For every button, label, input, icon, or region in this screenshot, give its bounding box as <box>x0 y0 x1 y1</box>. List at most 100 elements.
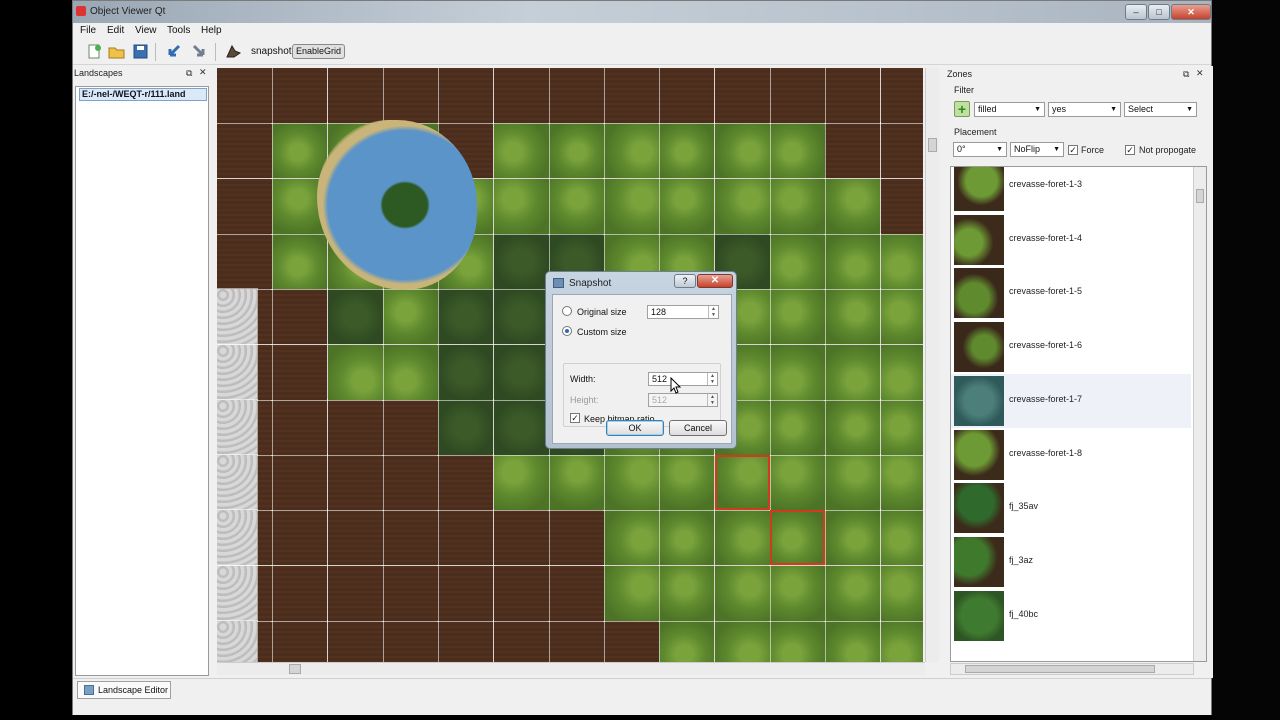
map-tile[interactable] <box>879 564 923 622</box>
zone-list-item[interactable]: crevasse-foret-1-5 <box>951 266 1191 320</box>
map-tile[interactable] <box>271 343 329 401</box>
map-tile[interactable] <box>326 288 384 346</box>
viewport-vertical-scrollbar[interactable] <box>925 68 939 662</box>
map-tile[interactable] <box>381 620 439 662</box>
map-tile-empty[interactable] <box>217 509 258 567</box>
map-tile[interactable] <box>824 68 882 124</box>
map-tile[interactable] <box>547 509 605 567</box>
zones-dock-float-button[interactable]: ⧉ <box>1183 69 1189 80</box>
map-tile-empty[interactable] <box>217 288 258 346</box>
dialog-help-button[interactable]: ? <box>674 274 696 288</box>
map-tile[interactable] <box>713 509 771 567</box>
map-tile[interactable] <box>713 68 771 124</box>
landscapes-dock-close-button[interactable]: ✕ <box>199 67 207 78</box>
map-tile[interactable] <box>769 232 826 290</box>
map-tile[interactable] <box>271 122 329 180</box>
zones-horizontal-scroll-thumb[interactable] <box>965 665 1155 673</box>
open-icon[interactable] <box>108 43 125 60</box>
zone-list-item[interactable]: crevasse-foret-1-7 <box>951 373 1191 428</box>
zone-list-item[interactable]: crevasse-foret-1-6 <box>951 320 1191 374</box>
map-tile[interactable] <box>879 509 923 567</box>
map-tile[interactable] <box>769 454 826 512</box>
maximize-button[interactable]: □ <box>1148 4 1170 20</box>
rotation-combo[interactable]: 0° ▼ <box>953 142 1007 157</box>
zones-dock-close-button[interactable]: ✕ <box>1196 68 1204 79</box>
map-tile[interactable] <box>437 288 495 346</box>
map-tile[interactable] <box>824 177 882 235</box>
menu-tools[interactable]: Tools <box>167 25 190 36</box>
map-tile[interactable] <box>769 398 826 456</box>
map-tile[interactable] <box>217 68 273 124</box>
map-tile[interactable] <box>824 343 882 401</box>
map-tile[interactable] <box>603 68 661 124</box>
map-tile[interactable] <box>492 122 550 180</box>
map-tile[interactable] <box>381 288 439 346</box>
zones-vertical-scrollbar[interactable] <box>1193 167 1206 661</box>
map-tile[interactable] <box>769 68 826 124</box>
map-tile[interactable] <box>217 122 273 180</box>
map-tile[interactable] <box>879 177 923 235</box>
map-tile[interactable] <box>603 509 661 567</box>
undo-icon[interactable] <box>165 43 182 60</box>
map-tile[interactable] <box>271 454 329 512</box>
map-tile[interactable] <box>879 398 923 456</box>
map-tile[interactable] <box>492 232 550 290</box>
map-tile[interactable] <box>492 509 550 567</box>
flip-combo[interactable]: NoFlip ▼ <box>1010 142 1064 157</box>
map-tile[interactable] <box>713 177 771 235</box>
map-tile[interactable] <box>713 620 771 662</box>
map-tile[interactable] <box>381 343 439 401</box>
map-tile[interactable] <box>271 232 329 290</box>
original-size-radio[interactable] <box>562 306 572 316</box>
map-tile[interactable] <box>603 564 661 622</box>
viewport-horizontal-scroll-thumb[interactable] <box>289 664 301 674</box>
map-tile[interactable] <box>492 398 550 456</box>
map-tile[interactable] <box>492 343 550 401</box>
zone-list-item[interactable]: crevasse-foret-1-3 <box>951 167 1191 213</box>
spin-arrows-icon[interactable]: ▲ ▼ <box>708 306 718 318</box>
map-tile-empty[interactable] <box>217 343 258 401</box>
map-tile[interactable] <box>326 343 384 401</box>
zones-vertical-scroll-thumb[interactable] <box>1196 189 1204 203</box>
map-tile[interactable] <box>603 620 661 662</box>
map-tile[interactable] <box>879 620 923 662</box>
cancel-button[interactable]: Cancel <box>669 420 727 436</box>
map-tile[interactable] <box>547 454 605 512</box>
close-window-button[interactable]: ✕ <box>1171 4 1211 20</box>
map-tile[interactable] <box>769 343 826 401</box>
snapshot-button[interactable]: snapshot <box>251 46 292 57</box>
add-filter-button[interactable]: + <box>954 101 970 117</box>
map-tile[interactable] <box>326 620 384 662</box>
map-tile[interactable] <box>658 122 716 180</box>
filter-select-combo[interactable]: Select ▼ <box>1124 102 1197 117</box>
viewport-vertical-scroll-thumb[interactable] <box>928 138 937 152</box>
snapshot-icon[interactable] <box>225 43 242 60</box>
map-tile[interactable] <box>437 343 495 401</box>
map-tile[interactable] <box>547 122 605 180</box>
zones-horizontal-scrollbar[interactable] <box>950 663 1194 675</box>
map-tile[interactable] <box>713 122 771 180</box>
map-tile[interactable] <box>658 620 716 662</box>
map-tile[interactable] <box>769 177 826 235</box>
map-tile[interactable] <box>769 122 826 180</box>
save-icon[interactable] <box>132 43 149 60</box>
map-tile[interactable] <box>824 620 882 662</box>
map-tile[interactable] <box>769 620 826 662</box>
width-spinbox[interactable]: 512 ▲ ▼ <box>648 372 718 386</box>
map-tile[interactable] <box>824 122 882 180</box>
custom-size-radio[interactable] <box>562 326 572 336</box>
map-tile[interactable] <box>603 454 661 512</box>
ok-button[interactable]: OK <box>606 420 664 436</box>
filter-type-combo[interactable]: filled ▼ <box>974 102 1045 117</box>
new-icon[interactable] <box>86 43 103 60</box>
map-tile[interactable] <box>326 509 384 567</box>
map-tile[interactable] <box>381 68 439 124</box>
map-tile[interactable] <box>326 68 384 124</box>
menu-file[interactable]: File <box>80 25 96 36</box>
map-tile[interactable] <box>326 564 384 622</box>
menu-edit[interactable]: Edit <box>107 25 124 36</box>
map-tile[interactable] <box>492 564 550 622</box>
map-tile[interactable] <box>381 564 439 622</box>
map-tile[interactable] <box>381 398 439 456</box>
map-tile[interactable] <box>658 177 716 235</box>
